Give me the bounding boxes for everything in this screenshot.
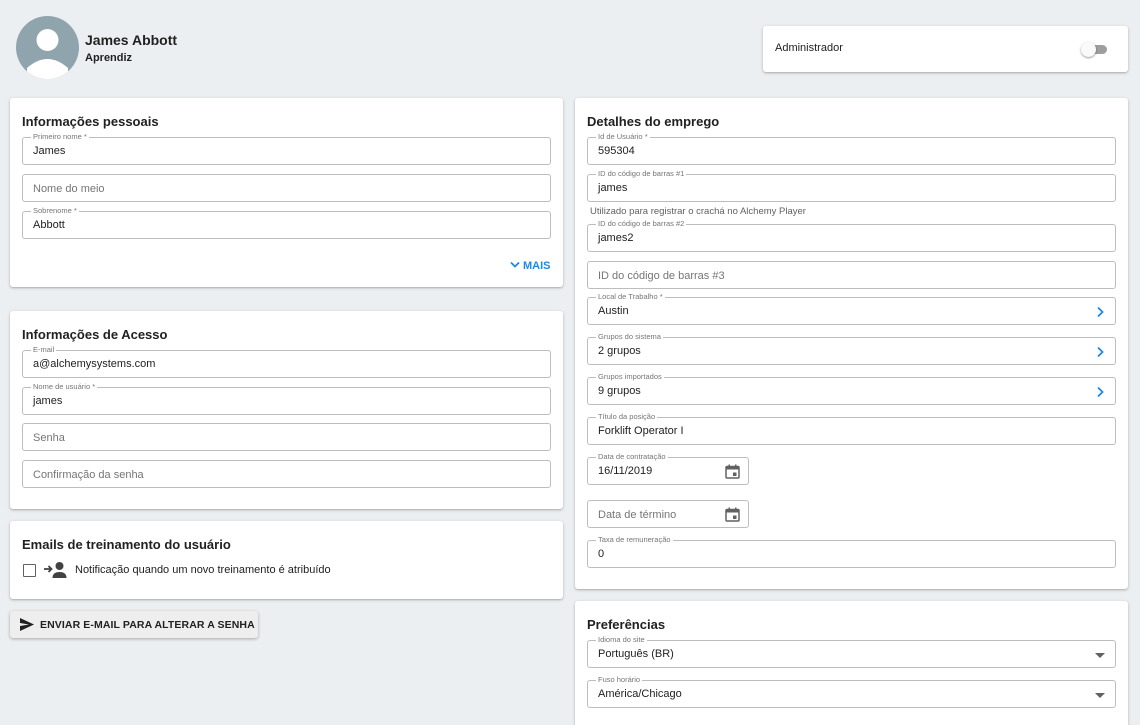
email-value: a@alchemysystems.com (33, 358, 156, 370)
workplace-label: Local de Trabalho * (596, 292, 665, 302)
position-title-label: Título da posição (596, 412, 658, 422)
barcode1-field[interactable]: ID do código de barras #1 james (587, 169, 1116, 202)
barcode2-value: james2 (598, 232, 634, 244)
timezone-value: América/Chicago (598, 688, 682, 700)
employment-title: Detalhes do emprego (587, 114, 720, 129)
access-info-title: Informações de Acesso (22, 327, 168, 342)
access-info-card: Informações de Acesso E-mail a@alchemysy… (10, 311, 563, 509)
send-password-reset-button[interactable]: ENVIAR E-MAIL PARA ALTERAR A SENHA (10, 611, 258, 638)
hire-date-label: Data de contratação (596, 452, 668, 462)
employment-card: Detalhes do emprego Id de Usuário * 5953… (575, 98, 1128, 589)
barcode3-field[interactable]: ID do código de barras #3 (587, 261, 1116, 289)
toggle-thumb (1081, 42, 1096, 57)
barcode1-value: james (598, 182, 628, 194)
person-add-icon (44, 562, 67, 578)
last-name-value: Abbott (33, 219, 65, 231)
more-button[interactable]: MAIS (510, 260, 551, 272)
password-field[interactable]: Senha (22, 423, 551, 451)
system-groups-label: Grupos do sistema (596, 332, 663, 342)
personal-info-title: Informações pessoais (22, 114, 159, 129)
user-id-field[interactable]: Id de Usuário * 595304 (587, 132, 1116, 165)
chevron-right-icon[interactable] (1095, 386, 1105, 398)
admin-card: Administrador (763, 26, 1128, 72)
end-date-field[interactable]: Data de término (587, 500, 749, 528)
position-title-field[interactable]: Título da posição Forklift Operator I (587, 412, 1116, 445)
training-emails-card: Emails de treinamento do usuário Notific… (10, 521, 563, 599)
workplace-field[interactable]: Local de Trabalho * Austin (587, 292, 1116, 325)
system-groups-value: 2 grupos (598, 345, 641, 357)
first-name-label: Primeiro nome * (31, 132, 89, 142)
first-name-value: James (33, 145, 66, 157)
barcode2-label: ID do código de barras #2 (596, 219, 687, 229)
barcode1-helper: Utilizado para registrar o crachá no Alc… (590, 206, 806, 217)
person-icon (27, 29, 68, 79)
end-date-placeholder: Data de término (598, 509, 677, 521)
admin-toggle[interactable] (1081, 42, 1111, 57)
pay-rate-value: 0 (598, 548, 605, 560)
training-emails-title: Emails de treinamento do usuário (22, 537, 231, 552)
language-select[interactable]: Idioma do site Português (BR) (587, 635, 1116, 668)
username-label: Nome de usuário * (31, 382, 98, 392)
more-label: MAIS (523, 260, 551, 272)
caret-down-icon (1095, 653, 1105, 658)
chevron-right-icon[interactable] (1095, 346, 1105, 358)
notify-label: Notificação quando um novo treinamento é… (75, 564, 331, 576)
user-name: James Abbott (85, 32, 178, 48)
caret-down-icon (1095, 693, 1105, 698)
imported-groups-value: 9 grupos (598, 385, 641, 397)
user-id-value: 595304 (598, 145, 635, 157)
pay-rate-label: Taxa de remuneração (596, 535, 673, 545)
barcode1-label: ID do código de barras #1 (596, 169, 687, 179)
admin-label: Administrador (775, 42, 843, 54)
last-name-label: Sobrenome * (31, 206, 79, 216)
system-groups-field[interactable]: Grupos do sistema 2 grupos (587, 332, 1116, 365)
workplace-value: Austin (598, 305, 629, 317)
language-value: Português (BR) (598, 648, 674, 660)
user-id-label: Id de Usuário * (596, 132, 650, 142)
user-role: Aprendiz (85, 52, 133, 64)
first-name-field[interactable]: Primeiro nome * James (22, 132, 551, 165)
hire-date-value: 16/11/2019 (598, 465, 653, 477)
calendar-icon[interactable] (725, 507, 740, 522)
username-value: james (33, 395, 63, 407)
password-confirm-field[interactable]: Confirmação da senha (22, 460, 551, 488)
timezone-label: Fuso horário (596, 675, 643, 685)
language-label: Idioma do site (596, 635, 647, 645)
email-field[interactable]: E-mail a@alchemysystems.com (22, 345, 551, 378)
middle-name-placeholder: Nome do meio (33, 183, 105, 195)
imported-groups-field[interactable]: Grupos importados 9 grupos (587, 372, 1116, 405)
password-placeholder: Senha (33, 432, 65, 444)
barcode2-field[interactable]: ID do código de barras #2 james2 (587, 219, 1116, 252)
pay-rate-field[interactable]: Taxa de remuneração 0 (587, 535, 1116, 568)
chevron-down-icon (510, 261, 520, 268)
notify-checkbox[interactable] (23, 564, 36, 577)
chevron-right-icon[interactable] (1095, 306, 1105, 318)
calendar-icon[interactable] (725, 464, 740, 479)
preferences-card: Preferências Idioma do site Português (B… (575, 601, 1128, 725)
send-password-reset-label: ENVIAR E-MAIL PARA ALTERAR A SENHA (40, 619, 255, 631)
personal-info-card: Informações pessoais Primeiro nome * Jam… (10, 98, 563, 287)
password-confirm-placeholder: Confirmação da senha (33, 469, 144, 481)
username-field[interactable]: Nome de usuário * james (22, 382, 551, 415)
send-icon (20, 618, 34, 631)
hire-date-field[interactable]: Data de contratação 16/11/2019 (587, 452, 749, 485)
avatar (16, 16, 79, 79)
barcode3-placeholder: ID do código de barras #3 (598, 270, 725, 282)
preferences-title: Preferências (587, 617, 666, 632)
position-title-value: Forklift Operator I (598, 425, 684, 437)
last-name-field[interactable]: Sobrenome * Abbott (22, 206, 551, 239)
email-label: E-mail (31, 345, 57, 355)
middle-name-field[interactable]: Nome do meio (22, 174, 551, 202)
timezone-select[interactable]: Fuso horário América/Chicago (587, 675, 1116, 708)
imported-groups-label: Grupos importados (596, 372, 664, 382)
